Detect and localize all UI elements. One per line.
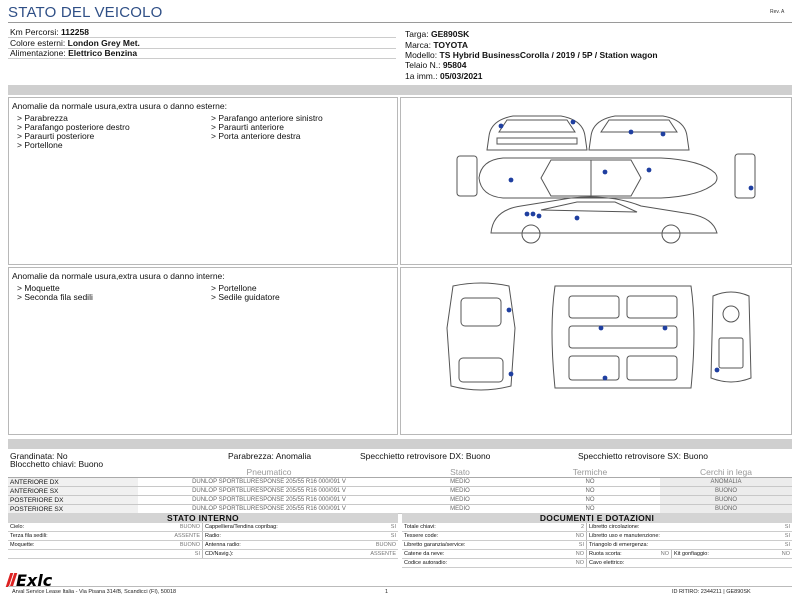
header-winter: Termiche xyxy=(520,467,660,478)
interior-list-2: > Portellone > Sedile guidatore xyxy=(211,284,280,302)
documenti-section: DOCUMENTI E DOTAZIONI Totale chiavi: 2 L… xyxy=(402,513,792,568)
tyres-section: Pneumatico Stato Termiche Cerchi in lega… xyxy=(8,467,792,514)
list-item: > Seconda fila sedili xyxy=(17,292,93,302)
header-state: Stato xyxy=(400,467,520,478)
car-interior-diagram xyxy=(446,282,752,391)
exterior-list-1: > Parabrezza > Parafango posteriore dest… xyxy=(17,114,130,150)
table-row: POSTERIORE DX DUNLOP SPORTBLURESPONSE 20… xyxy=(8,495,792,505)
table-row: Codice autoradio: NO Cavo elettrico: xyxy=(402,559,792,568)
exterior-title: Anomalie da normale usura,extra usura o … xyxy=(12,101,227,111)
footer-address: Arval Service Lease Italia - Via Pisana … xyxy=(12,589,177,595)
car-rear-outline xyxy=(588,115,690,151)
table-row: SI CD/Navig.): ASSENTE xyxy=(8,550,398,559)
table-row: ANTERIORE SX DUNLOP SPORTBLURESPONSE 205… xyxy=(8,486,792,496)
table-row: Moquette: BUONO Antenna radio: BUONO xyxy=(8,541,398,550)
exterior-diagram-panel xyxy=(400,97,792,265)
car-top-outline xyxy=(478,157,718,199)
status-mirror-sx: Specchietto retrovisore SX: Buono xyxy=(578,451,708,461)
table-row: Cielo: BUONO Cappelliera/Tendina copriba… xyxy=(8,523,398,532)
interior-list-1: > Moquette > Seconda fila sedili xyxy=(17,284,93,302)
cabin-outline xyxy=(551,285,695,389)
seat-outline xyxy=(446,282,516,391)
info-make: Marca: TOYOTA xyxy=(405,40,468,50)
interior-title: Anomalie da normale usura,extra usura o … xyxy=(12,271,225,281)
table-row: Terza fila sedili: ASSENTE Radio: SI xyxy=(8,532,398,541)
header-rims: Cerchi in lega xyxy=(660,467,792,478)
info-chassis: Telaio N.: 95804 xyxy=(405,60,467,70)
exterior-text-panel: Anomalie da normale usura,extra usura o … xyxy=(8,97,398,265)
header-rule xyxy=(8,22,792,23)
interior-text-panel: Anomalie da normale usura,extra usura o … xyxy=(8,267,398,435)
info-registration: 1a imm.: 05/03/2021 xyxy=(405,71,483,81)
info-km: Km Percorsi: 112258 xyxy=(10,27,89,37)
header-tyre: Pneumatico xyxy=(138,467,400,478)
list-item: > Sedile guidatore xyxy=(211,292,280,302)
tyres-table: Pneumatico Stato Termiche Cerchi in lega… xyxy=(8,467,792,514)
revision-label: Rev. A xyxy=(770,9,785,15)
page-title: STATO DEL VEICOLO xyxy=(8,4,163,21)
exterior-list-2: > Parafango anteriore sinistro > Paraurt… xyxy=(211,114,323,141)
stato-interno-title: STATO INTERNO xyxy=(8,513,398,523)
wheel-left xyxy=(456,155,478,197)
list-item: > Portellone xyxy=(17,140,63,150)
section-band-2 xyxy=(8,439,792,449)
interior-diagram-panel xyxy=(400,267,792,435)
status-mirror-dx: Specchietto retrovisore DX: Buono xyxy=(360,451,491,461)
status-windscreen: Parabrezza: Anomalia xyxy=(228,451,312,461)
table-row: Libretto garanzia/service: SI Triangolo … xyxy=(402,541,792,550)
info-plate: Targa: GE890SK xyxy=(405,29,470,39)
info-model: Modello: TS Hybrid BusinessCorolla / 201… xyxy=(405,50,658,60)
info-color: Colore esterni: London Grey Met. xyxy=(10,38,140,48)
stato-interno-section: STATO INTERNO Cielo: BUONO Cappelliera/T… xyxy=(8,513,398,559)
list-item: > Porta anteriore destra xyxy=(211,131,301,141)
table-row: Totale chiavi: 2 Libretto circolazione: … xyxy=(402,523,792,532)
car-exterior-diagram xyxy=(456,115,756,244)
table-row: Catene da neve: NO Ruota scorta: NO Kit … xyxy=(402,550,792,559)
section-band xyxy=(8,85,792,95)
table-row: ANTERIORE DX DUNLOP SPORTBLURESPONSE 205… xyxy=(8,477,792,487)
documenti-title: DOCUMENTI E DOTAZIONI xyxy=(402,513,792,523)
footer-id: ID RITIRO: 2344211 | GE890SK xyxy=(672,589,751,595)
company-logo: Exlc xyxy=(5,571,68,591)
footer-page-number: 1 xyxy=(385,589,389,595)
table-row: Tessere code: NO Libretto uso e manutenz… xyxy=(402,532,792,541)
wheel-right xyxy=(734,153,756,199)
info-fuel: Alimentazione: Elettrico Benzina xyxy=(10,48,138,58)
